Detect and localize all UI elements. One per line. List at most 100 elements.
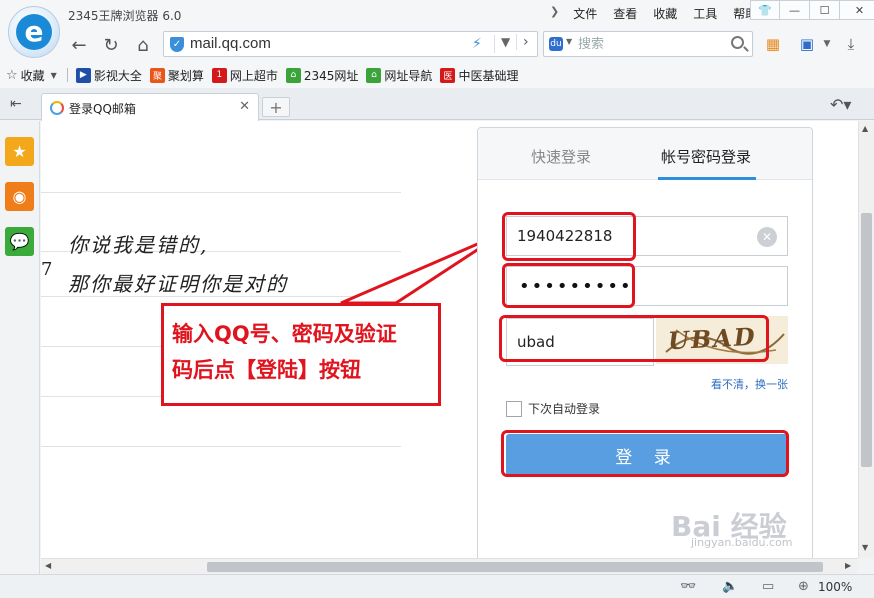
- address-url[interactable]: mail.qq.com: [190, 35, 271, 52]
- address-bar[interactable]: ✓ mail.qq.com ⚡ ▼ ›: [163, 31, 538, 57]
- menu-file[interactable]: 文件: [565, 5, 605, 22]
- search-icon[interactable]: [731, 36, 744, 49]
- back-button[interactable]: ←: [66, 32, 92, 58]
- instruction-callout: 输入QQ号、密码及验证 码后点【登陆】按钮: [161, 303, 441, 406]
- vertical-scrollbar[interactable]: ▲ ▼: [858, 121, 874, 558]
- clear-input-icon[interactable]: ✕: [757, 227, 777, 247]
- minimize-button[interactable]: —: [780, 0, 810, 20]
- left-sidebar: ★ ◉ 💬: [0, 121, 40, 574]
- search-engine-caret-icon[interactable]: ▼: [566, 37, 572, 46]
- baidu-paw-icon[interactable]: du: [549, 37, 563, 51]
- undo-close-icon[interactable]: ↶▾: [830, 95, 851, 114]
- bookmark-label: 中医基础理: [458, 68, 519, 83]
- scroll-right-icon[interactable]: ▶: [845, 561, 851, 570]
- tab-quick-login[interactable]: 快速登录: [531, 146, 591, 167]
- captcha-value: ubad: [517, 333, 555, 351]
- weibo-icon[interactable]: ◉: [5, 182, 34, 211]
- speed-mode-icon[interactable]: ⚡: [472, 36, 482, 52]
- captcha-input[interactable]: ubad: [506, 318, 654, 366]
- watermark-url: jingyan.baidu.com: [691, 536, 793, 549]
- apps-grid-icon[interactable]: ▦: [762, 33, 784, 55]
- chevron-down-icon: ▼: [50, 70, 57, 80]
- bookmark-item[interactable]: 1 网上超市: [211, 67, 278, 84]
- screen-dropdown-icon[interactable]: ▼: [816, 33, 838, 55]
- menu-tools[interactable]: 工具: [685, 5, 725, 22]
- password-value: •••••••••: [519, 276, 633, 297]
- download-icon[interactable]: ⤓: [840, 33, 862, 55]
- search-input[interactable]: [578, 35, 718, 53]
- callout-line-1: 输入QQ号、密码及验证: [172, 322, 397, 346]
- bookmark-item[interactable]: 医中医基础理: [440, 67, 518, 84]
- menu-favorites[interactable]: 收藏: [645, 5, 685, 22]
- home-button[interactable]: ⌂: [130, 32, 156, 58]
- bookmark-label: 网上超市: [229, 68, 278, 83]
- scroll-down-icon[interactable]: ▼: [862, 543, 868, 552]
- window-controls: 👕 — ☐ ✕: [750, 0, 874, 20]
- tab-history-icon[interactable]: ⇤: [10, 96, 22, 112]
- bookmarks-bar: ☆ 收藏 ▼ ▶ 影视大全 聚聚划算 1 网上超市 ⌂ 2345网址 ⌂ 网址导航 医中…: [0, 62, 874, 88]
- login-button[interactable]: 登 录: [506, 434, 788, 476]
- horizontal-scroll-thumb[interactable]: [207, 562, 823, 572]
- password-field[interactable]: •••••••••: [506, 266, 788, 306]
- tab-password-login[interactable]: 帐号密码登录: [661, 146, 751, 167]
- favorites-menu[interactable]: ☆ 收藏 ▼: [6, 67, 57, 84]
- divider: [66, 68, 68, 82]
- star-icon: ☆: [6, 67, 18, 83]
- security-shield-icon: ✓: [170, 37, 184, 52]
- status-bar: 👓 🔈 ▭ ⊕ 100%: [0, 574, 874, 598]
- zoom-icon[interactable]: ⊕: [798, 579, 809, 594]
- bookmark-item[interactable]: ⌂ 2345网址: [285, 67, 359, 84]
- active-tab-underline: [658, 177, 756, 180]
- skin-icon[interactable]: 👕: [750, 0, 780, 20]
- captcha-image[interactable]: UBAD: [656, 316, 788, 364]
- refresh-button[interactable]: ↻: [98, 32, 124, 58]
- glasses-icon[interactable]: 👓: [680, 579, 696, 594]
- divider: [41, 446, 401, 447]
- remember-login[interactable]: 下次自动登录: [506, 400, 600, 417]
- maximize-button[interactable]: ☐: [810, 0, 840, 20]
- house-icon: ⌂: [285, 67, 301, 83]
- zoom-level[interactable]: 100%: [818, 580, 852, 594]
- close-window-button[interactable]: ✕: [840, 0, 874, 20]
- login-tabs: 快速登录 帐号密码登录: [478, 128, 812, 180]
- bookmark-item[interactable]: 聚聚划算: [149, 67, 204, 84]
- address-dropdown-icon[interactable]: ▼: [494, 35, 510, 53]
- account-value: 1940422818: [517, 227, 613, 245]
- account-field[interactable]: 1940422818 ✕: [506, 216, 788, 256]
- window-icon[interactable]: ▭: [762, 579, 774, 594]
- refresh-captcha-link[interactable]: 看不清，换一张: [711, 376, 788, 392]
- note-margin-mark: 7: [41, 259, 53, 280]
- speaker-icon[interactable]: 🔈: [722, 579, 738, 594]
- bookmark-label: 2345网址: [303, 68, 359, 83]
- qq-mail-favicon-icon: [50, 101, 64, 115]
- medicine-icon: 医: [440, 67, 456, 83]
- bookmark-label: 聚划算: [167, 68, 204, 83]
- navigation-bar: ← ↻ ⌂ ✓ mail.qq.com ⚡ ▼ › du ▼ ▦ ▣ ▼ ⤓: [0, 28, 874, 62]
- new-tab-button[interactable]: +: [262, 97, 290, 117]
- note-line-2: 那你最好证明你是对的: [68, 272, 288, 296]
- bookmark-label: 影视大全: [93, 68, 142, 83]
- app-title: 2345王牌浏览器 6.0: [68, 9, 182, 23]
- wechat-icon[interactable]: 💬: [5, 227, 34, 256]
- tab-qq-mail[interactable]: 登录QQ邮箱 ✕: [41, 93, 259, 121]
- menu-bar: ❯ 文件 查看 收藏 工具 帮助: [550, 5, 765, 22]
- favorites-star-icon[interactable]: ★: [5, 137, 34, 166]
- divider: [41, 192, 401, 193]
- scroll-left-icon[interactable]: ◀: [45, 561, 51, 570]
- captcha-text: UBAD: [667, 321, 758, 356]
- search-box[interactable]: du ▼: [543, 31, 753, 57]
- screen-icon[interactable]: ▣: [796, 33, 818, 55]
- scroll-up-icon[interactable]: ▲: [862, 124, 868, 133]
- house-icon: ⌂: [366, 67, 382, 83]
- bookmark-item[interactable]: ⌂ 网址导航: [366, 67, 432, 84]
- market-icon: 1: [211, 67, 227, 83]
- menu-chevron-icon[interactable]: ❯: [550, 5, 565, 22]
- page-content: 7 你说我是错的, 那你最好证明你是对的 输入QQ号、密码及验证 码后点【登陆】…: [41, 121, 858, 558]
- go-icon[interactable]: ›: [516, 34, 529, 50]
- close-tab-icon[interactable]: ✕: [239, 99, 250, 114]
- menu-view[interactable]: 查看: [605, 5, 645, 22]
- remember-checkbox[interactable]: [506, 400, 522, 417]
- bookmark-item[interactable]: ▶ 影视大全: [75, 67, 142, 84]
- vertical-scroll-thumb[interactable]: [861, 213, 872, 467]
- horizontal-scrollbar[interactable]: ◀ ▶: [41, 558, 858, 574]
